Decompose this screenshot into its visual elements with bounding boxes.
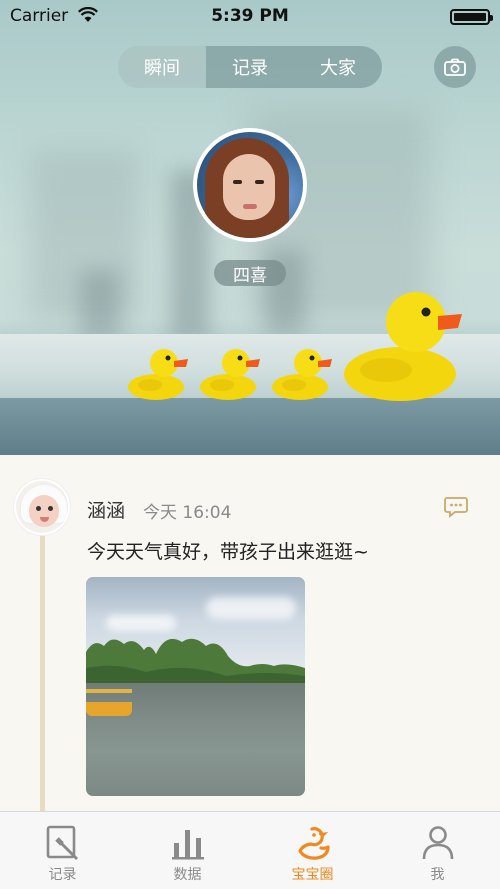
camera-icon — [444, 58, 466, 76]
rubber-duck-image — [272, 349, 332, 400]
bottom-tab-bar: 记录 数据 宝宝圈 我 — [0, 811, 500, 889]
rubber-duck-image — [200, 349, 260, 400]
timeline-line — [40, 533, 45, 823]
profile-cover: Carrier 5:39 PM 瞬间 记录 大家 四喜 — [0, 0, 500, 455]
tab-everyone[interactable]: 大家 — [294, 46, 382, 88]
status-bar: Carrier 5:39 PM — [0, 0, 500, 34]
tabbar-item-data[interactable]: 数据 — [125, 812, 250, 889]
person-icon — [422, 826, 453, 860]
camera-button[interactable] — [434, 46, 476, 88]
post-author-avatar[interactable] — [14, 479, 70, 535]
battery-icon — [450, 9, 493, 25]
post-text: 今天天气真好，带孩子出来逛逛~ — [87, 541, 369, 563]
post-author-name[interactable]: 涵涵 — [87, 496, 125, 523]
tabbar-item-records[interactable]: 记录 — [0, 812, 125, 889]
clock: 5:39 PM — [211, 6, 289, 26]
profile-name: 四喜 — [214, 260, 286, 286]
post-photo[interactable] — [86, 577, 305, 796]
tab-records[interactable]: 记录 — [206, 46, 294, 88]
tab-moments[interactable]: 瞬间 — [118, 46, 206, 88]
header-segmented-control: 瞬间 记录 大家 — [118, 46, 382, 88]
rubber-duck-image — [128, 349, 188, 400]
duck-icon — [297, 827, 330, 860]
profile-avatar[interactable] — [193, 128, 307, 242]
comment-icon[interactable] — [444, 496, 468, 518]
rubber-duck-image — [344, 292, 462, 401]
tabbar-item-me[interactable]: 我 — [375, 812, 500, 889]
moments-feed: 涵涵 今天 16:04 今天天气真好，带孩子出来逛逛~ — [0, 455, 500, 823]
tabbar-item-baby-circle[interactable]: 宝宝圈 — [250, 812, 375, 889]
bar-chart-icon — [171, 830, 204, 860]
edit-icon — [46, 825, 78, 861]
post-timestamp: 今天 16:04 — [143, 503, 232, 523]
